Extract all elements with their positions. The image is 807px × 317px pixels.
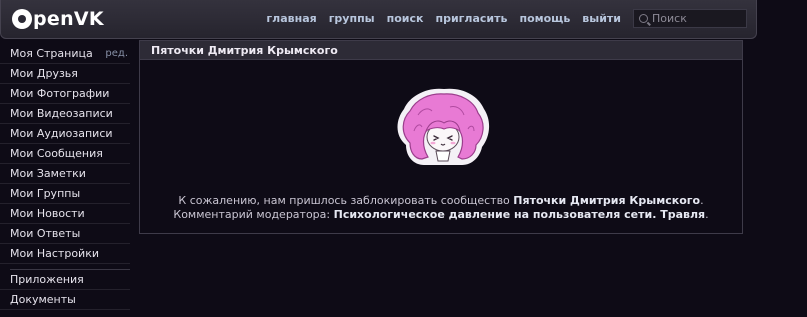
sidebar-item-label: Моя Страница <box>10 47 93 60</box>
sidebar-item-audio[interactable]: Мои Аудиозаписи <box>0 124 130 144</box>
edit-link[interactable]: ред. <box>105 48 128 59</box>
sidebar-item-replies[interactable]: Мои Ответы <box>0 224 130 244</box>
sidebar-item-label: Мои Заметки <box>10 167 86 180</box>
sidebar-item-photos[interactable]: Мои Фотографии <box>0 84 130 104</box>
sidebar-item-settings[interactable]: Мои Настройки <box>0 244 130 264</box>
sidebar-item-label: Мои Настройки <box>10 247 99 260</box>
sidebar-item-label: Мои Новости <box>10 207 85 220</box>
top-header: penVK главная группы поиск пригласить по… <box>0 0 757 39</box>
nav-invite[interactable]: пригласить <box>436 12 508 25</box>
community-name[interactable]: Пяточки Дмитрия Крымского <box>513 194 700 207</box>
openvk-logo[interactable]: penVK <box>12 8 104 30</box>
nav-help[interactable]: помощь <box>519 12 570 25</box>
ban-text: К сожалению, нам пришлось заблокировать … <box>178 194 514 207</box>
nav-logout[interactable]: выйти <box>582 12 621 25</box>
sidebar-item-label: Мои Сообщения <box>10 147 103 160</box>
ban-text-suffix: . <box>700 194 704 207</box>
search-input[interactable] <box>652 12 742 25</box>
ban-message-line-1: К сожалению, нам пришлось заблокировать … <box>140 194 742 208</box>
logo-o-icon <box>12 9 32 29</box>
banned-girl-illustration <box>397 88 490 165</box>
sidebar: Моя Страница ред. Мои Друзья Мои Фотогра… <box>0 44 130 310</box>
top-nav: главная группы поиск пригласить помощь в… <box>266 12 621 25</box>
sidebar-item-label: Мои Фотографии <box>10 87 110 100</box>
ban-message: К сожалению, нам пришлось заблокировать … <box>140 194 742 222</box>
sidebar-item-friends[interactable]: Мои Друзья <box>0 64 130 84</box>
sidebar-item-label: Приложения <box>10 273 84 286</box>
sidebar-item-messages[interactable]: Мои Сообщения <box>0 144 130 164</box>
sidebar-item-label: Мои Видеозаписи <box>10 107 113 120</box>
search-box[interactable] <box>633 9 747 28</box>
sidebar-item-label: Мои Группы <box>10 187 81 200</box>
nav-search[interactable]: поиск <box>387 12 424 25</box>
page-title: Пяточки Дмитрия Крымского <box>140 41 742 60</box>
sidebar-item-label: Мои Друзья <box>10 67 78 80</box>
sidebar-item-documents[interactable]: Документы <box>0 290 130 310</box>
sidebar-item-label: Мои Ответы <box>10 227 81 240</box>
moderator-comment-suffix: . <box>705 208 709 221</box>
sidebar-item-label: Документы <box>10 293 76 306</box>
moderator-comment-label: Комментарий модератора: <box>173 208 334 221</box>
ban-message-line-2: Комментарий модератора: Психологическое … <box>140 208 742 222</box>
sidebar-item-my-page[interactable]: Моя Страница ред. <box>0 44 130 64</box>
moderator-comment-reason: Психологическое давление на пользователя… <box>333 208 706 221</box>
nav-groups[interactable]: группы <box>329 12 375 25</box>
main-panel: Пяточки Дмитрия Крымского К сожалению, н… <box>139 40 743 234</box>
logo-text: penVK <box>33 8 104 30</box>
sidebar-item-videos[interactable]: Мои Видеозаписи <box>0 104 130 124</box>
sidebar-item-news[interactable]: Мои Новости <box>0 204 130 224</box>
search-icon <box>639 14 648 23</box>
nav-home[interactable]: главная <box>266 12 316 25</box>
sidebar-item-groups[interactable]: Мои Группы <box>0 184 130 204</box>
sidebar-item-label: Мои Аудиозаписи <box>10 127 113 140</box>
sidebar-item-apps[interactable]: Приложения <box>0 270 130 290</box>
sidebar-item-notes[interactable]: Мои Заметки <box>0 164 130 184</box>
